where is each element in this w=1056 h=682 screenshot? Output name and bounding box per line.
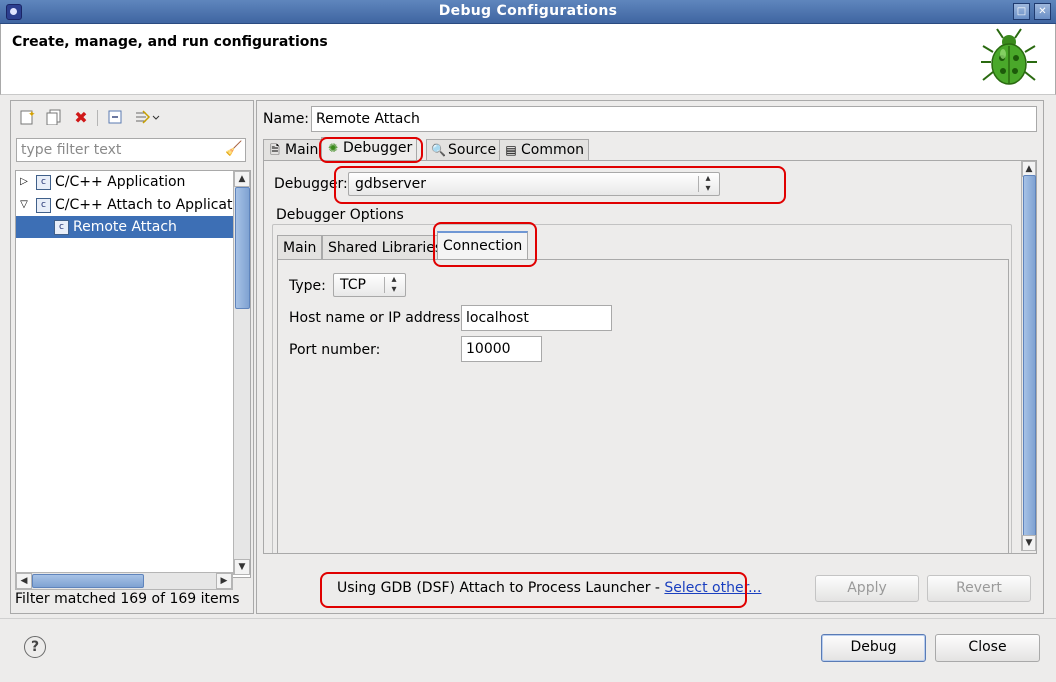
revert-button[interactable]: Revert <box>927 575 1031 602</box>
common-icon: ▤ <box>505 143 517 157</box>
c-config-icon: c <box>36 175 51 190</box>
debug-button[interactable]: Debug <box>821 634 926 662</box>
main-tab-icon: 🗎 <box>270 143 280 157</box>
delete-icon[interactable]: ✖ <box>72 109 90 127</box>
scroll-up-icon[interactable]: ▲ <box>234 171 250 187</box>
host-input[interactable] <box>461 305 612 331</box>
source-icon: 🔍 <box>431 143 446 157</box>
port-label: Port number: <box>289 342 381 358</box>
window-title-bar: Debug Configurations □ ✕ <box>0 0 1056 24</box>
filter-status: Filter matched 169 of 169 items <box>15 591 240 607</box>
type-select-value: TCP <box>340 277 366 293</box>
tree-item-cpp-application[interactable]: ▷ c C/C++ Application <box>16 171 234 193</box>
new-config-icon[interactable]: ✦ <box>18 109 36 127</box>
inner-tab-main[interactable]: Main <box>277 235 323 260</box>
host-label: Host name or IP address: <box>289 310 465 326</box>
tab-common[interactable]: ▤ Common <box>499 139 590 160</box>
type-select[interactable]: TCP ▴ ▾ <box>333 273 406 297</box>
type-label: Type: <box>289 278 326 294</box>
scrollbar-thumb[interactable] <box>235 187 250 309</box>
collapse-icon[interactable]: ▽ <box>18 194 30 216</box>
highlight-launcher-info <box>320 572 747 608</box>
connection-panel: Type: TCP ▴▾ Host name or IP address: Po… <box>277 259 1009 553</box>
tree-vertical-scrollbar[interactable]: ▲ ▼ <box>233 171 250 575</box>
scrollbar-thumb[interactable] <box>32 574 144 588</box>
close-icon[interactable]: ✕ <box>1034 3 1051 20</box>
scroll-right-icon[interactable]: ▶ <box>216 573 232 589</box>
name-input[interactable] <box>311 106 1037 132</box>
scroll-left-icon[interactable]: ◀ <box>16 573 32 589</box>
tab-main[interactable]: 🗎 Main <box>263 139 324 160</box>
configuration-list-panel: ✦ ✖ 🧹 ▷ c C/C++ Application ▽ c C/C++ At… <box>10 100 254 614</box>
filter-icon[interactable] <box>133 109 161 127</box>
content-vertical-scrollbar[interactable]: ▲ ▼ <box>1021 161 1036 551</box>
tree-item-remote-attach[interactable]: c Remote Attach <box>16 216 234 238</box>
debugger-tab-content: Debugger: gdbserver ▴ ▾ Debugger Options … <box>263 160 1037 554</box>
collapse-all-icon[interactable] <box>106 109 124 127</box>
window-title: Debug Configurations <box>438 3 618 19</box>
duplicate-icon[interactable] <box>45 109 63 127</box>
port-input[interactable] <box>461 336 542 362</box>
tab-label: Common <box>521 142 585 158</box>
tree-item-label: Remote Attach <box>73 219 177 235</box>
tree-item-label: C/C++ Application <box>55 174 186 190</box>
scroll-down-icon[interactable]: ▼ <box>1022 535 1036 551</box>
header-title: Create, manage, and run configurations <box>12 34 328 50</box>
dialog-header: Create, manage, and run configurations <box>0 24 1056 95</box>
chevron-updown-icon: ▴ ▾ <box>391 274 397 295</box>
tab-source[interactable]: 🔍 Source <box>426 139 502 160</box>
inner-tab-shared-libraries[interactable]: Shared Libraries <box>322 235 449 260</box>
close-button[interactable]: Close <box>935 634 1040 662</box>
c-config-icon: c <box>54 220 69 235</box>
highlight-debugger-select <box>334 166 786 204</box>
highlight-connection-tab <box>433 222 537 267</box>
restore-icon[interactable]: □ <box>1013 3 1030 20</box>
combo-separator <box>384 277 385 293</box>
toolbar-separator <box>97 110 98 126</box>
highlight-debugger-tab <box>319 137 423 163</box>
bug-icon <box>981 28 1037 85</box>
configuration-tree: ▷ c C/C++ Application ▽ c C/C++ Attach t… <box>15 170 251 578</box>
name-label: Name: <box>263 111 310 127</box>
clear-filter-icon[interactable]: 🧹 <box>225 141 243 159</box>
c-config-icon: c <box>36 198 51 213</box>
footer-divider <box>0 618 1056 619</box>
tab-label: Source <box>448 142 497 158</box>
filter-input[interactable] <box>16 138 246 162</box>
scrollbar-thumb[interactable] <box>1023 175 1036 537</box>
scroll-down-icon[interactable]: ▼ <box>234 559 250 575</box>
tree-item-label: C/C++ Attach to Applicatio <box>55 197 245 213</box>
apply-button[interactable]: Apply <box>815 575 919 602</box>
help-icon[interactable]: ? <box>24 636 46 658</box>
debugger-options-title: Debugger Options <box>274 207 406 223</box>
tree-item-cpp-attach[interactable]: ▽ c C/C++ Attach to Applicatio <box>16 194 245 216</box>
tab-label: Main <box>285 142 319 158</box>
expand-icon[interactable]: ▷ <box>18 171 30 193</box>
svg-text:✦: ✦ <box>28 110 35 120</box>
tree-horizontal-scrollbar[interactable]: ◀ ▶ <box>15 572 233 590</box>
